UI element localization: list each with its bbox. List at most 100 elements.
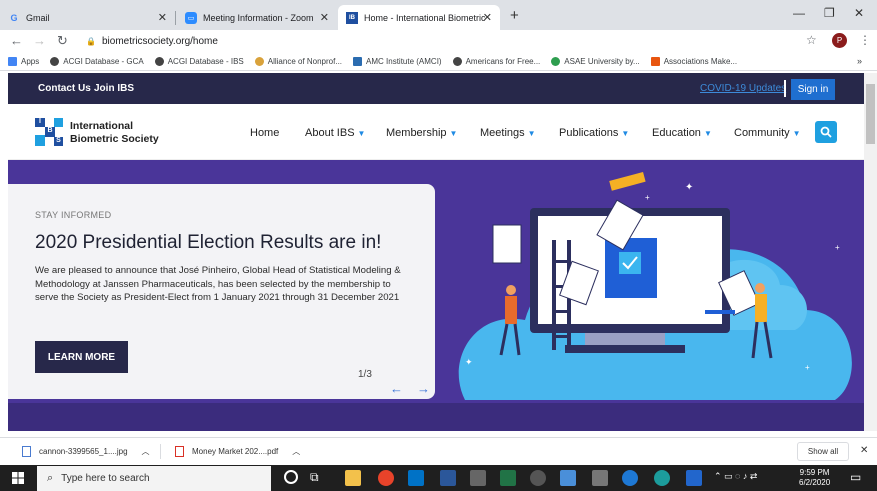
contact-us-link[interactable]: Contact Us <box>38 83 91 94</box>
bookmark-item[interactable]: Associations Make... <box>650 56 737 66</box>
site-search-button[interactable] <box>815 121 837 143</box>
scrollbar-thumb[interactable] <box>866 84 875 144</box>
alliance-icon <box>254 56 264 66</box>
svg-text:✦: ✦ <box>685 182 693 193</box>
svg-text:+: + <box>805 363 810 372</box>
tab-gmail[interactable]: G Gmail ✕ <box>0 5 175 30</box>
divider <box>160 444 161 459</box>
tab-separator <box>175 11 176 25</box>
nav-label: Publications <box>559 127 619 139</box>
clock-date: 6/2/2020 <box>799 478 831 487</box>
learn-more-button[interactable]: LEARN MORE <box>35 341 128 373</box>
bookmark-item[interactable]: Americans for Free... <box>452 56 540 66</box>
tab-ibs-home[interactable]: IB Home - International Biometric ✕ <box>338 5 500 30</box>
bookmark-item[interactable]: ACGI Database - GCA <box>50 56 144 66</box>
nav-publications[interactable]: Publications ▼ <box>559 127 629 139</box>
chevron-down-icon: ▼ <box>357 129 366 138</box>
chevron-up-icon[interactable]: ︿ <box>292 446 300 457</box>
globe-icon[interactable] <box>654 470 670 486</box>
close-download-bar-icon[interactable]: ✕ <box>860 445 868 456</box>
web-page: Contact Us Join IBS COVID-19 Updates Sig… <box>8 73 864 431</box>
task-view-icon[interactable]: ⧉ <box>310 470 319 485</box>
nav-community[interactable]: Community ▼ <box>734 127 801 139</box>
next-slide-arrow-icon[interactable]: → <box>417 381 430 396</box>
prev-slide-arrow-icon[interactable]: ← <box>390 381 403 396</box>
calculator-icon[interactable] <box>470 470 486 486</box>
close-tab-icon[interactable]: ✕ <box>320 11 329 24</box>
bookmark-label: ASAE University by... <box>564 56 640 66</box>
app-icon[interactable] <box>530 470 546 486</box>
globe-icon <box>452 56 462 66</box>
restore-icon[interactable]: ❐ <box>824 6 835 20</box>
search-icon: ⌕ <box>47 472 54 484</box>
word-icon[interactable] <box>440 470 456 486</box>
app-icon[interactable] <box>686 470 702 486</box>
asae-icon <box>551 56 561 66</box>
nav-home[interactable]: Home <box>250 127 279 139</box>
back-arrow-icon[interactable]: ← <box>10 33 23 48</box>
excel-icon[interactable] <box>500 470 516 486</box>
reload-icon[interactable]: ↻ <box>57 33 68 49</box>
election-illustration: ✦ ✦ + + + <box>458 171 852 400</box>
outlook-icon[interactable] <box>408 470 424 486</box>
new-tab-icon[interactable]: + <box>510 7 519 24</box>
nav-label: Meetings <box>480 127 525 139</box>
window-close-icon[interactable]: ✕ <box>854 6 864 20</box>
zoom-icon: ▭ <box>185 11 197 24</box>
bookmark-apps[interactable]: Apps <box>8 56 39 66</box>
sign-in-button[interactable]: Sign in <box>791 79 835 100</box>
logo-letter: S <box>54 137 63 146</box>
lock-icon: 🔒 <box>86 36 96 46</box>
bookmark-item[interactable]: Alliance of Nonprof... <box>254 56 342 66</box>
nav-label: Community <box>734 127 790 139</box>
file-explorer-icon[interactable] <box>345 470 361 486</box>
forward-arrow-icon[interactable]: → <box>33 33 46 48</box>
app-icon[interactable] <box>560 470 576 486</box>
bookmark-item[interactable]: ACGI Database - IBS <box>154 56 244 66</box>
system-tray-icons[interactable]: ⌃ ▭ ◌ ♪ ⇄ <box>714 471 757 482</box>
svg-text:+: + <box>645 193 650 202</box>
taskbar-search-input[interactable]: ⌕ Type here to search <box>37 466 271 491</box>
bookmark-item[interactable]: ASAE University by... <box>551 56 640 66</box>
notifications-icon[interactable]: ▭ <box>850 470 861 484</box>
ibs-logo-icon[interactable]: I B S <box>35 118 63 146</box>
logo-line: International <box>70 120 134 132</box>
app-icon[interactable] <box>592 470 608 486</box>
url-field[interactable]: 🔒 biometricsociety.org/home <box>86 32 796 50</box>
close-tab-icon[interactable]: ✕ <box>158 11 167 24</box>
browser-tab-strip: G Gmail ✕ ▭ Meeting Information - Zoom ✕… <box>0 0 877 30</box>
join-ibs-link[interactable]: Join IBS <box>94 83 134 94</box>
edge-icon[interactable] <box>622 470 638 486</box>
windows-start-icon[interactable] <box>12 472 24 484</box>
download-item[interactable]: Money Market 202....pdf ︿ <box>175 446 300 457</box>
svg-text:✦: ✦ <box>465 357 473 367</box>
hero-kicker: STAY INFORMED <box>35 210 112 220</box>
clock-time: 9:59 PM <box>799 468 830 477</box>
bookmark-star-icon[interactable]: ☆ <box>806 33 817 47</box>
tab-zoom[interactable]: ▭ Meeting Information - Zoom ✕ <box>177 5 337 30</box>
covid-updates-link[interactable]: COVID-19 Updates <box>700 83 786 94</box>
bookmarks-overflow-icon[interactable]: » <box>857 56 862 66</box>
nav-membership[interactable]: Membership ▼ <box>386 127 457 139</box>
chevron-up-icon[interactable]: ︿ <box>142 446 150 457</box>
download-item[interactable]: cannon-3399565_1....jpg ︿ <box>22 446 150 457</box>
bookmark-item[interactable]: AMC Institute (AMCI) <box>353 56 442 66</box>
taskbar-clock[interactable]: 9:59 PM 6/2/2020 <box>799 468 830 488</box>
divider <box>784 80 786 97</box>
ibs-logo-text[interactable]: International Biometric Society <box>70 120 159 146</box>
site-top-bar: Contact Us Join IBS COVID-19 Updates Sig… <box>8 73 864 104</box>
nav-education[interactable]: Education ▼ <box>652 127 712 139</box>
profile-avatar[interactable]: P <box>832 33 847 48</box>
cortana-icon[interactable] <box>284 470 298 484</box>
hero-bottom-band <box>8 403 864 431</box>
more-menu-icon[interactable]: ⋮ <box>859 33 871 47</box>
nav-about-ibs[interactable]: About IBS ▼ <box>305 127 365 139</box>
chrome-icon[interactable] <box>378 470 394 486</box>
bookmark-label: ACGI Database - IBS <box>167 56 244 66</box>
show-all-button[interactable]: Show all <box>797 442 849 461</box>
windows-taskbar: ⌕ Type here to search ⧉ ⌃ ▭ ◌ ♪ ⇄ 9:59 P… <box>0 465 877 491</box>
close-tab-icon[interactable]: ✕ <box>483 11 492 24</box>
svg-text:+: + <box>835 243 840 252</box>
nav-meetings[interactable]: Meetings ▼ <box>480 127 536 139</box>
minimize-icon[interactable]: — <box>793 6 805 20</box>
